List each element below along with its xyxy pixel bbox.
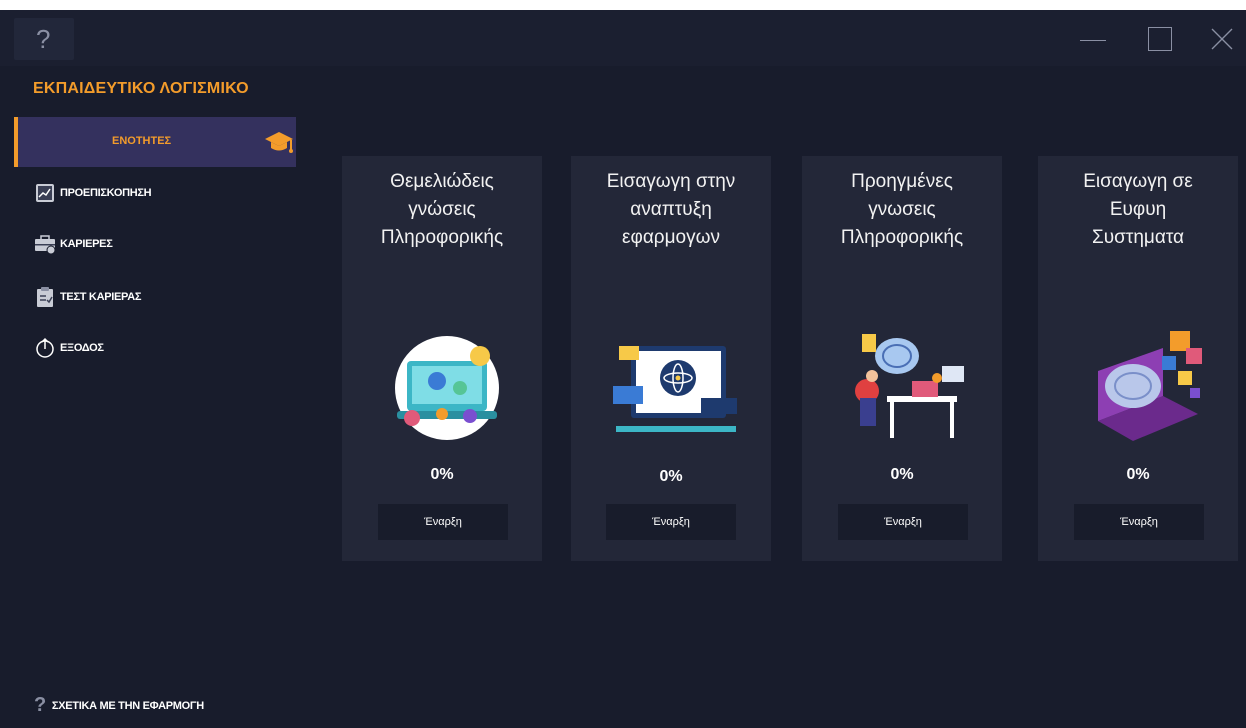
card-title: Εισαγωγη στην αναπτυξη εφαρμογων xyxy=(606,171,736,248)
sidebar-item-preview[interactable]: ΠΡΟΕΠΙΣΚΟΠΗΣΗ xyxy=(34,181,152,205)
graduation-cap-icon xyxy=(265,132,293,153)
start-button[interactable]: Έναρξη xyxy=(1074,504,1204,540)
module-card: Προηγμένες γνωσεις Πληροφορικής 0% Έναρξ… xyxy=(802,156,1002,561)
module-card: Εισαγωγη στην αναπτυξη εφαρμογων 0% Έναρ… xyxy=(571,156,771,561)
app-title: ΕΚΠΑΙΔΕΥΤΙΚΟ ΛΟΓΙΣΜΙΚΟ xyxy=(33,80,249,97)
app-development-illustration-icon xyxy=(613,346,737,432)
power-icon xyxy=(36,337,54,358)
sidebar-item-label: ΚΑΡΙΕΡΕΣ xyxy=(60,238,113,250)
help-icon: ? xyxy=(36,24,51,54)
sidebar-item-exit[interactable]: ΕΞΟΔΟΣ xyxy=(34,336,104,360)
maximize-button[interactable] xyxy=(1146,24,1176,54)
about-label: ΣΧΕΤΙΚΑ ΜΕ ΤΗΝ ΕΦΑΡΜΟΓΗ xyxy=(51,699,204,712)
question-icon: ? xyxy=(34,694,46,716)
start-button[interactable]: Έναρξη xyxy=(606,504,736,540)
sidebar-item-label: ΕΞΟΔΟΣ xyxy=(60,342,104,354)
minimize-button[interactable] xyxy=(1078,24,1108,54)
sidebar-item-careers[interactable]: ΚΑΡΙΕΡΕΣ xyxy=(34,232,113,256)
app-window: ? ΕΚΠΑΙΔΕΥΤΙΚΟ ΛΟΓΙΣΜΙΚΟ ΕΝΟΤΗΤΕΣ ΠΡΟΕΠΙ… xyxy=(0,10,1246,728)
card-title: Εισαγωγη σε Ευφυη Συστηματα xyxy=(1083,171,1193,248)
start-button[interactable]: Έναρξη xyxy=(838,504,968,540)
progress-value: 0% xyxy=(430,466,454,483)
title-bar: ? xyxy=(0,10,1246,66)
about-app-link[interactable]: ? ΣΧΕΤΙΚΑ ΜΕ ΤΗΝ ΕΦΑΡΜΟΓΗ xyxy=(34,694,204,717)
progress-value: 0% xyxy=(659,468,683,485)
sidebar-item-career-test[interactable]: ΤΕΣΤ ΚΑΡΙΕΡΑΣ xyxy=(34,285,142,309)
module-card: Θεμελιώδεις γνώσεις Πληροφορικής 0% Έναρ… xyxy=(342,156,542,561)
advanced-computing-illustration-icon xyxy=(855,334,964,438)
card-title: Προηγμένες γνωσεις Πληροφορικής xyxy=(840,171,964,248)
sidebar-item-label: ΕΝΟΤΗΤΕΣ xyxy=(112,135,172,147)
module-card: Εισαγωγη σε Ευφυη Συστηματα 0% Έναρξη xyxy=(1038,156,1238,561)
chart-icon xyxy=(36,184,54,202)
card-title: Θεμελιώδεις γνώσεις Πληροφορικής xyxy=(380,171,504,248)
sidebar-item-modules[interactable]: ΕΝΟΤΗΤΕΣ xyxy=(14,117,296,167)
start-button[interactable]: Έναρξη xyxy=(378,504,508,540)
briefcase-icon xyxy=(35,235,56,255)
sidebar-item-label: ΠΡΟΕΠΙΣΚΟΠΗΣΗ xyxy=(60,187,152,199)
close-icon xyxy=(1211,28,1233,50)
close-button[interactable] xyxy=(1208,24,1238,54)
help-button[interactable]: ? xyxy=(14,18,74,60)
progress-value: 0% xyxy=(1126,466,1150,483)
ai-brain-illustration-icon xyxy=(1098,331,1202,441)
progress-value: 0% xyxy=(890,466,914,483)
coding-illustration-icon xyxy=(395,336,499,440)
clipboard-icon xyxy=(37,287,53,307)
sidebar-item-label: ΤΕΣΤ ΚΑΡΙΕΡΑΣ xyxy=(60,291,142,303)
